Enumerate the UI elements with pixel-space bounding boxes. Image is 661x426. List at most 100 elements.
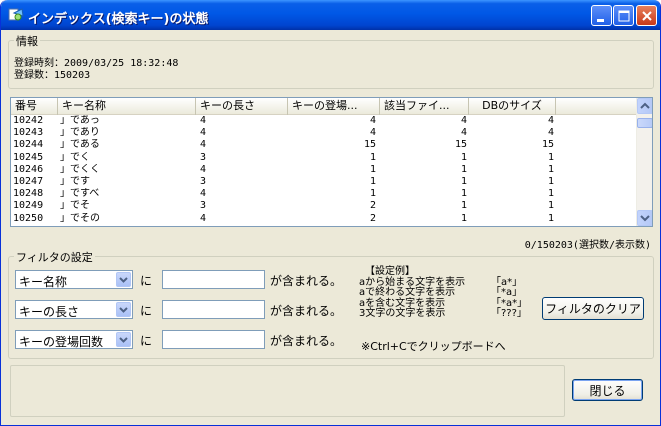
cell-occurrences: 4 (369, 127, 376, 139)
table-row[interactable]: 10245 」でく 3 1 1 1 (11, 152, 637, 164)
table-row[interactable]: 10243 」であり 4 4 4 4 (11, 127, 637, 139)
cell-key-name: 」です (60, 176, 90, 187)
close-window-button[interactable] (636, 5, 657, 26)
example-desc: 3文字の文字を表示 (359, 308, 446, 319)
example-pattern: 「???」 (491, 308, 527, 319)
cell-key-length: 4 (200, 188, 207, 200)
table-row[interactable]: 10242 」であっ 4 4 4 4 (11, 115, 637, 127)
label-ni-2: に (140, 304, 153, 318)
filter-text-input-3[interactable] (162, 330, 265, 349)
cell-number: 10246 (13, 163, 44, 175)
cell-db-size: 1 (547, 200, 554, 212)
cell-key-name: 」でそ (60, 200, 90, 212)
maximize-button[interactable] (613, 5, 634, 26)
label-contains-1: が含まれる。 (270, 274, 343, 288)
example-pattern: 「*a」 (491, 287, 523, 298)
scroll-down-button[interactable] (637, 210, 652, 226)
cell-key-length: 3 (200, 200, 207, 212)
column-key-length[interactable]: キーの長さ (196, 98, 288, 115)
label-ni-3: に (140, 334, 153, 348)
column-matching-files[interactable]: 該当ファイ... (380, 98, 469, 115)
close-button[interactable]: 閉じる (572, 379, 643, 401)
cell-db-size: 1 (547, 151, 554, 163)
clear-filter-button[interactable]: フィルタのクリア (542, 297, 644, 320)
dropdown-button-2[interactable] (116, 302, 131, 317)
cell-matching-files: 1 (460, 200, 467, 212)
registered-count: 登録数：150203 (14, 70, 91, 81)
key-list[interactable]: 番号 キー名称 キーの長さ キーの登場... 該当ファイ... DBのサイズ 1… (10, 97, 653, 227)
filter-field-select-3[interactable]: キーの登場回数 (15, 330, 133, 349)
cell-key-name: 」でその (60, 212, 100, 224)
filter-examples: 【設定例】 aから始まる文字を表示 「a*」 aで終わる文字を表示 「*a」 a… (359, 266, 527, 320)
cell-matching-files: 4 (460, 127, 467, 139)
scroll-thumb[interactable] (637, 118, 652, 128)
filter-field-select-1[interactable]: キー名称 (15, 270, 133, 289)
close-icon (642, 11, 652, 21)
table-row[interactable]: 10247 」です 3 1 1 1 (11, 176, 637, 188)
cell-key-length: 4 (200, 212, 207, 224)
table-row[interactable]: 10246 」でくく 4 1 1 1 (11, 164, 637, 176)
label-contains-2: が含まれる。 (270, 304, 343, 318)
cell-db-size: 1 (547, 212, 554, 224)
app-icon (8, 8, 24, 21)
cell-key-name: 」でくく (60, 163, 100, 175)
cell-matching-files: 1 (460, 176, 467, 187)
cell-db-size: 15 (541, 139, 554, 151)
cell-number: 10244 (13, 139, 44, 151)
status-area (10, 365, 565, 417)
maximize-icon (618, 10, 630, 22)
column-db-size[interactable]: DBのサイズ (469, 98, 556, 115)
scroll-up-button[interactable] (637, 98, 652, 114)
cell-key-name: 」であり (60, 127, 100, 139)
cell-occurrences: 15 (363, 139, 376, 151)
table-row[interactable]: 10244 」である 4 15 15 15 (11, 139, 637, 151)
cell-number: 10248 (13, 188, 44, 200)
example-desc: aを含む文字を表示 (359, 297, 446, 309)
column-key-name[interactable]: キー名称 (58, 98, 196, 115)
cell-matching-files: 4 (460, 115, 467, 126)
cell-key-length: 3 (200, 176, 207, 187)
example-desc: aで終わる文字を表示 (359, 287, 456, 298)
minimize-button[interactable] (591, 5, 612, 26)
cell-key-length: 3 (200, 151, 207, 163)
cell-number: 10242 (13, 115, 44, 126)
selection-count: 0/150203(選択数/表示数) (524, 240, 651, 251)
table-row[interactable]: 10249 」でそ 3 2 1 1 (11, 200, 637, 212)
cell-matching-files: 1 (460, 212, 467, 224)
cell-db-size: 4 (547, 115, 554, 126)
chevron-down-icon (119, 337, 128, 343)
client-area: 情報 登録時刻：2009/03/25 18:32:48 登録数：150203 番… (4, 30, 659, 423)
filter-legend: フィルタの設定 (14, 249, 95, 265)
cell-occurrences: 2 (369, 200, 376, 212)
table-row[interactable]: 10248 」ですべ 4 1 1 1 (11, 188, 637, 200)
cell-number: 10249 (13, 200, 44, 212)
dropdown-button-1[interactable] (116, 272, 131, 287)
cell-key-name: 」でく (60, 151, 90, 163)
list-vertical-scrollbar[interactable] (636, 98, 652, 226)
label-contains-3: が含まれる。 (270, 334, 343, 348)
cell-key-length: 4 (200, 139, 207, 151)
window-title: インデックス(検索キー)の状態 (28, 12, 209, 27)
column-key-occurrences[interactable]: キーの登場... (288, 98, 380, 115)
cell-occurrences: 2 (369, 212, 376, 224)
list-header: 番号 キー名称 キーの長さ キーの登場... 該当ファイ... DBのサイズ (11, 98, 637, 115)
cell-occurrences: 1 (369, 151, 376, 163)
table-row[interactable]: 10250 」でその 4 2 1 1 (11, 213, 637, 225)
clipboard-note: ※Ctrl+Cでクリップボードへ (361, 340, 506, 353)
filter-text-input-1[interactable] (162, 270, 265, 289)
title-bar[interactable]: インデックス(検索キー)の状態 (1, 0, 660, 30)
chevron-up-icon (640, 102, 650, 109)
filter-field-value-1: キー名称 (19, 275, 68, 289)
filter-text-input-2[interactable] (162, 300, 265, 319)
example-line: 3文字の文字を表示 「???」 (359, 308, 527, 320)
cell-occurrences: 1 (369, 188, 376, 200)
cell-key-name: 」である (60, 139, 100, 151)
info-legend: 情報 (14, 33, 40, 49)
cell-db-size: 1 (547, 188, 554, 200)
filter-field-select-2[interactable]: キーの長さ (15, 300, 133, 319)
column-number[interactable]: 番号 (11, 98, 58, 115)
cell-occurrences: 1 (369, 176, 376, 187)
cell-matching-files: 15 (454, 139, 467, 151)
list-body: 10242 」であっ 4 4 4 4 10243 」であり 4 4 4 4 10244 」である 4 15 15… (11, 115, 637, 226)
dropdown-button-3[interactable] (116, 332, 131, 347)
